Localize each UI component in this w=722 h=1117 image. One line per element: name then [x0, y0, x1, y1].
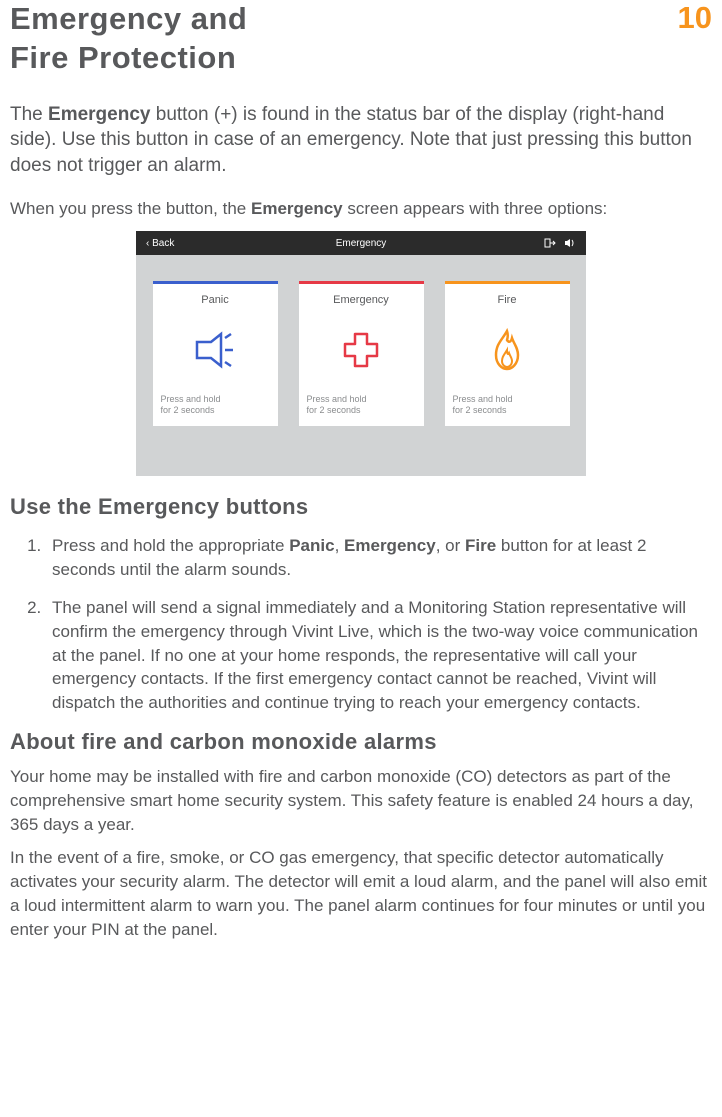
panic-card-title: Panic	[201, 294, 229, 306]
emergency-bold: Emergency	[48, 104, 150, 125]
fire-card-title: Fire	[498, 294, 517, 306]
emergency-card[interactable]: Emergency Press and hold for 2 seconds	[299, 281, 424, 426]
emergency-caption: Press and hold for 2 seconds	[307, 394, 416, 417]
about-p1: Your home may be installed with fire and…	[10, 765, 712, 836]
fire-caption: Press and hold for 2 seconds	[453, 394, 562, 417]
step-1: Press and hold the appropriate Panic, Em…	[46, 534, 712, 582]
emergency-screen-mockup: ‹ Back Emergency Panic	[136, 231, 586, 476]
panic-icon	[191, 306, 239, 394]
section-use-buttons-heading: Use the Emergency buttons	[10, 494, 712, 520]
volume-icon[interactable]	[564, 238, 576, 248]
header-right-icons	[544, 238, 576, 248]
title-line-2: Fire Protection	[10, 40, 236, 75]
back-button[interactable]: ‹ Back	[146, 238, 174, 249]
panic-card[interactable]: Panic Press and hold for 2 seconds	[153, 281, 278, 426]
page-title: Emergency and Fire Protection	[10, 0, 247, 78]
intro-paragraph: The Emergency button (+) is found in the…	[10, 102, 712, 179]
medical-cross-icon	[341, 306, 381, 394]
screenshot-container: ‹ Back Emergency Panic	[10, 231, 712, 476]
panic-caption: Press and hold for 2 seconds	[161, 394, 270, 417]
mockup-body: Panic Press and hold for 2 seconds Emerg…	[136, 255, 586, 476]
emergency-card-title: Emergency	[333, 294, 389, 306]
title-line-1: Emergency and	[10, 1, 247, 36]
about-p2: In the event of a fire, smoke, or CO gas…	[10, 846, 712, 941]
mockup-title: Emergency	[336, 238, 387, 249]
flame-icon	[489, 306, 525, 394]
page-number: 10	[678, 0, 712, 36]
section-about-alarms-heading: About fire and carbon monoxide alarms	[10, 729, 712, 755]
exit-icon[interactable]	[544, 238, 556, 248]
mockup-header: ‹ Back Emergency	[136, 231, 586, 255]
sub-paragraph: When you press the button, the Emergency…	[10, 198, 712, 221]
emergency-bold-2: Emergency	[251, 199, 343, 218]
step-2: The panel will send a signal immediately…	[46, 596, 712, 715]
steps-list: Press and hold the appropriate Panic, Em…	[46, 534, 712, 715]
fire-card[interactable]: Fire Press and hold for 2 seconds	[445, 281, 570, 426]
